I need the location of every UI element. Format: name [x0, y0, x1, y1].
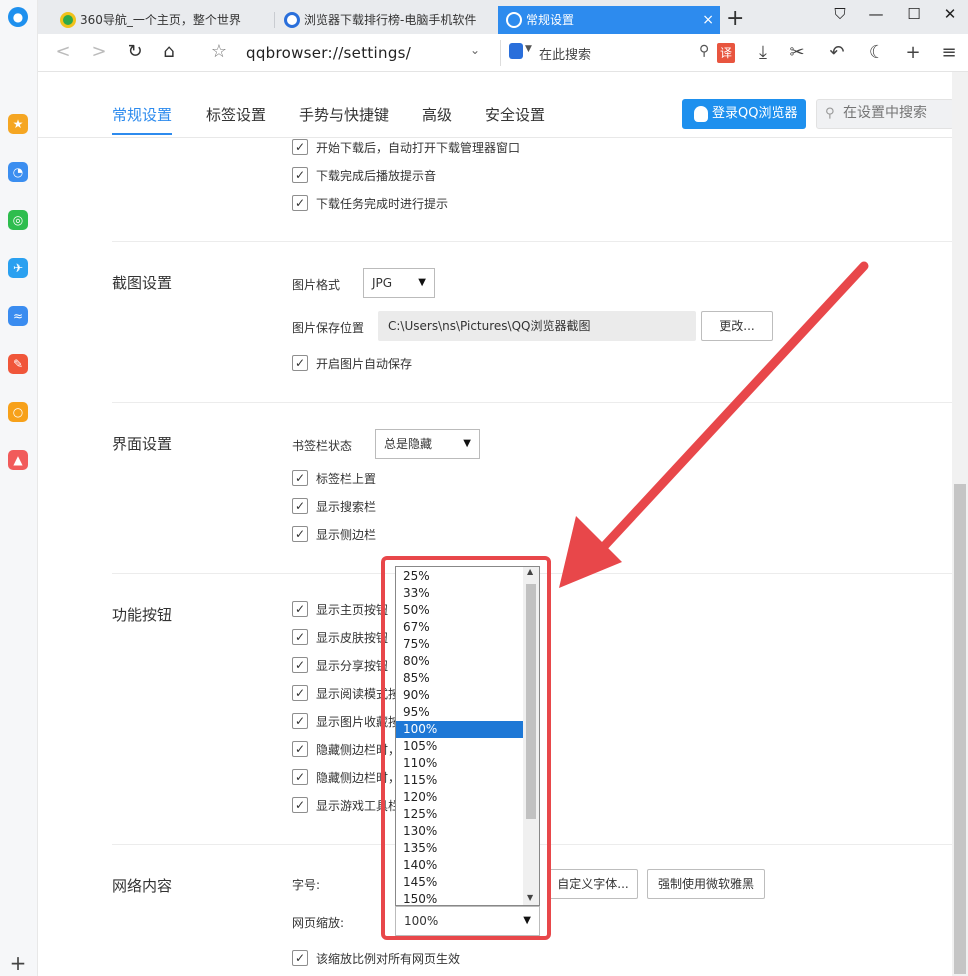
page-scrollbar[interactable] — [952, 72, 968, 976]
checkbox[interactable]: ✓ — [292, 601, 308, 617]
annotation-highlight-box — [381, 556, 551, 940]
minimize-icon[interactable]: — — [866, 5, 886, 23]
section-divider — [112, 402, 952, 403]
bookmark-star-icon[interactable]: ☆ — [208, 41, 230, 62]
settings-search[interactable]: ⚲ — [816, 99, 954, 129]
search-box[interactable]: ▼ 在此搜索 ⚲ — [500, 40, 732, 66]
left-app-rail: ● ★ ◔ ◎ ✈ ≈ ✎ ○ ▲ + — [0, 0, 38, 976]
night-mode-moon-icon[interactable]: ☾ — [866, 42, 888, 63]
dropdown-arrow-icon: ▼ — [463, 438, 471, 449]
browser-icon — [284, 12, 300, 28]
checkbox[interactable]: ✓ — [292, 498, 308, 514]
menu-icon[interactable]: ≡ — [938, 42, 960, 63]
font-size-label: 字号: — [292, 878, 321, 892]
qq-browser-logo-icon[interactable]: ● — [8, 7, 28, 27]
section-title-web-content: 网络内容 — [112, 877, 173, 895]
chevron-down-icon[interactable]: ▼ — [525, 44, 532, 54]
bookmark-bar-label: 书签栏状态 — [292, 439, 353, 453]
custom-font-button[interactable]: 自定义字体... — [548, 869, 638, 899]
checkbox[interactable]: ✓ — [292, 713, 308, 729]
favorites-icon[interactable]: ★ — [8, 114, 28, 134]
home-icon[interactable]: ⌂ — [158, 41, 180, 62]
close-tab-icon[interactable]: × — [702, 6, 714, 34]
checkbox[interactable]: ✓ — [292, 950, 308, 966]
tab-separator — [274, 12, 275, 28]
checkbox[interactable]: ✓ — [292, 526, 308, 542]
skin-shirt-icon[interactable]: ⛉ — [830, 5, 850, 23]
search-engine-icon[interactable] — [509, 43, 523, 59]
forward-icon[interactable]: > — [88, 41, 110, 62]
chevron-down-icon[interactable]: ⌄ — [470, 43, 480, 57]
undo-icon[interactable]: ↶ — [826, 42, 848, 63]
tab-360-nav[interactable]: 360导航_一个主页，整个世界 — [52, 6, 270, 34]
checkbox[interactable]: ✓ — [292, 685, 308, 701]
wechat-icon[interactable]: ◎ — [8, 210, 28, 230]
translate-icon[interactable]: 译 — [717, 43, 735, 63]
search-input[interactable]: 在此搜索 — [539, 44, 591, 63]
maximize-icon[interactable]: ☐ — [904, 5, 924, 23]
search-tool-icon[interactable]: ○ — [8, 402, 28, 422]
force-yahei-button[interactable]: 强制使用微软雅黑 — [647, 869, 765, 899]
login-label: 登录QQ浏览器 — [712, 106, 798, 121]
tab-browser-ranking[interactable]: 浏览器下载排行榜-电脑手机软件 — [276, 6, 494, 34]
checkbox[interactable]: ✓ — [292, 355, 308, 371]
search-icon: ⚲ — [825, 106, 835, 121]
qq-penguin-icon — [694, 106, 708, 122]
tab-security[interactable]: 安全设置 — [485, 104, 545, 125]
tab-advanced[interactable]: 高级 — [422, 104, 452, 125]
pdf-icon[interactable]: ✎ — [8, 354, 28, 374]
settings-header: 常规设置 标签设置 手势与快捷键 高级 安全设置 登录QQ浏览器 ⚲ — [38, 72, 954, 138]
image-tool-icon[interactable]: ▲ — [8, 450, 28, 470]
section-title-function-buttons: 功能按钮 — [112, 606, 173, 624]
checkbox[interactable]: ✓ — [292, 470, 308, 486]
back-icon[interactable]: < — [52, 41, 74, 62]
tab-tabs-settings[interactable]: 标签设置 — [206, 104, 266, 125]
bookmark-bar-select[interactable]: 总是隐藏 ▼ — [375, 429, 480, 459]
checkbox[interactable]: ✓ — [292, 195, 308, 211]
checkbox[interactable]: ✓ — [292, 629, 308, 645]
add-sidebar-app-icon[interactable]: + — [8, 953, 28, 973]
scrollbar-thumb[interactable] — [954, 484, 966, 974]
address-bar: < > ↻ ⌂ ☆ qqbrowser://settings/ ⌄ ▼ 在此搜索… — [38, 34, 968, 72]
checkbox[interactable]: ✓ — [292, 769, 308, 785]
green-360-icon — [60, 12, 76, 28]
image-format-label: 图片格式 — [292, 278, 341, 292]
tab-general[interactable]: 常规设置 — [112, 104, 173, 135]
section-divider — [112, 241, 952, 242]
image-format-select[interactable]: JPG ▼ — [363, 268, 435, 298]
refresh-icon[interactable]: ↻ — [124, 41, 146, 62]
tab-label: 浏览器下载排行榜-电脑手机软件 — [304, 13, 477, 27]
section-title-interface: 界面设置 — [112, 435, 173, 453]
checkbox[interactable]: ✓ — [292, 797, 308, 813]
gear-icon — [506, 12, 522, 28]
scissors-icon[interactable]: ✂ — [786, 42, 808, 63]
page-zoom-label: 网页缩放: — [292, 916, 345, 930]
change-path-button[interactable]: 更改... — [701, 311, 773, 341]
url-input[interactable]: qqbrowser://settings/ — [246, 44, 411, 62]
translate-plane-icon[interactable]: ✈ — [8, 258, 28, 278]
history-clock-icon[interactable]: ◔ — [8, 162, 28, 182]
tab-gestures-shortcuts[interactable]: 手势与快捷键 — [299, 104, 389, 125]
checkbox[interactable]: ✓ — [292, 139, 308, 155]
tab-label: 常规设置 — [526, 13, 575, 27]
login-qq-button[interactable]: 登录QQ浏览器 — [682, 99, 806, 129]
tab-strip: 360导航_一个主页，整个世界 浏览器下载排行榜-电脑手机软件 常规设置 × +… — [38, 0, 968, 34]
new-tab-button[interactable]: + — [726, 6, 744, 32]
cloud-icon[interactable]: ≈ — [8, 306, 28, 326]
section-title-screenshot: 截图设置 — [112, 274, 173, 292]
checkbox[interactable]: ✓ — [292, 741, 308, 757]
settings-search-input[interactable] — [843, 105, 951, 121]
save-path-field[interactable]: C:\Users\ns\Pictures\QQ浏览器截图 — [378, 311, 696, 341]
save-location-label: 图片保存位置 — [292, 321, 365, 335]
checkbox[interactable]: ✓ — [292, 167, 308, 183]
add-icon[interactable]: + — [902, 42, 924, 63]
download-icon[interactable]: ⤓ — [752, 42, 774, 63]
dropdown-arrow-icon: ▼ — [418, 277, 426, 288]
tab-label: 360导航_一个主页，整个世界 — [80, 13, 241, 27]
tab-general-settings[interactable]: 常规设置 × — [498, 6, 720, 34]
search-icon[interactable]: ⚲ — [699, 43, 709, 59]
close-window-icon[interactable]: ✕ — [940, 5, 960, 23]
checkbox[interactable]: ✓ — [292, 657, 308, 673]
